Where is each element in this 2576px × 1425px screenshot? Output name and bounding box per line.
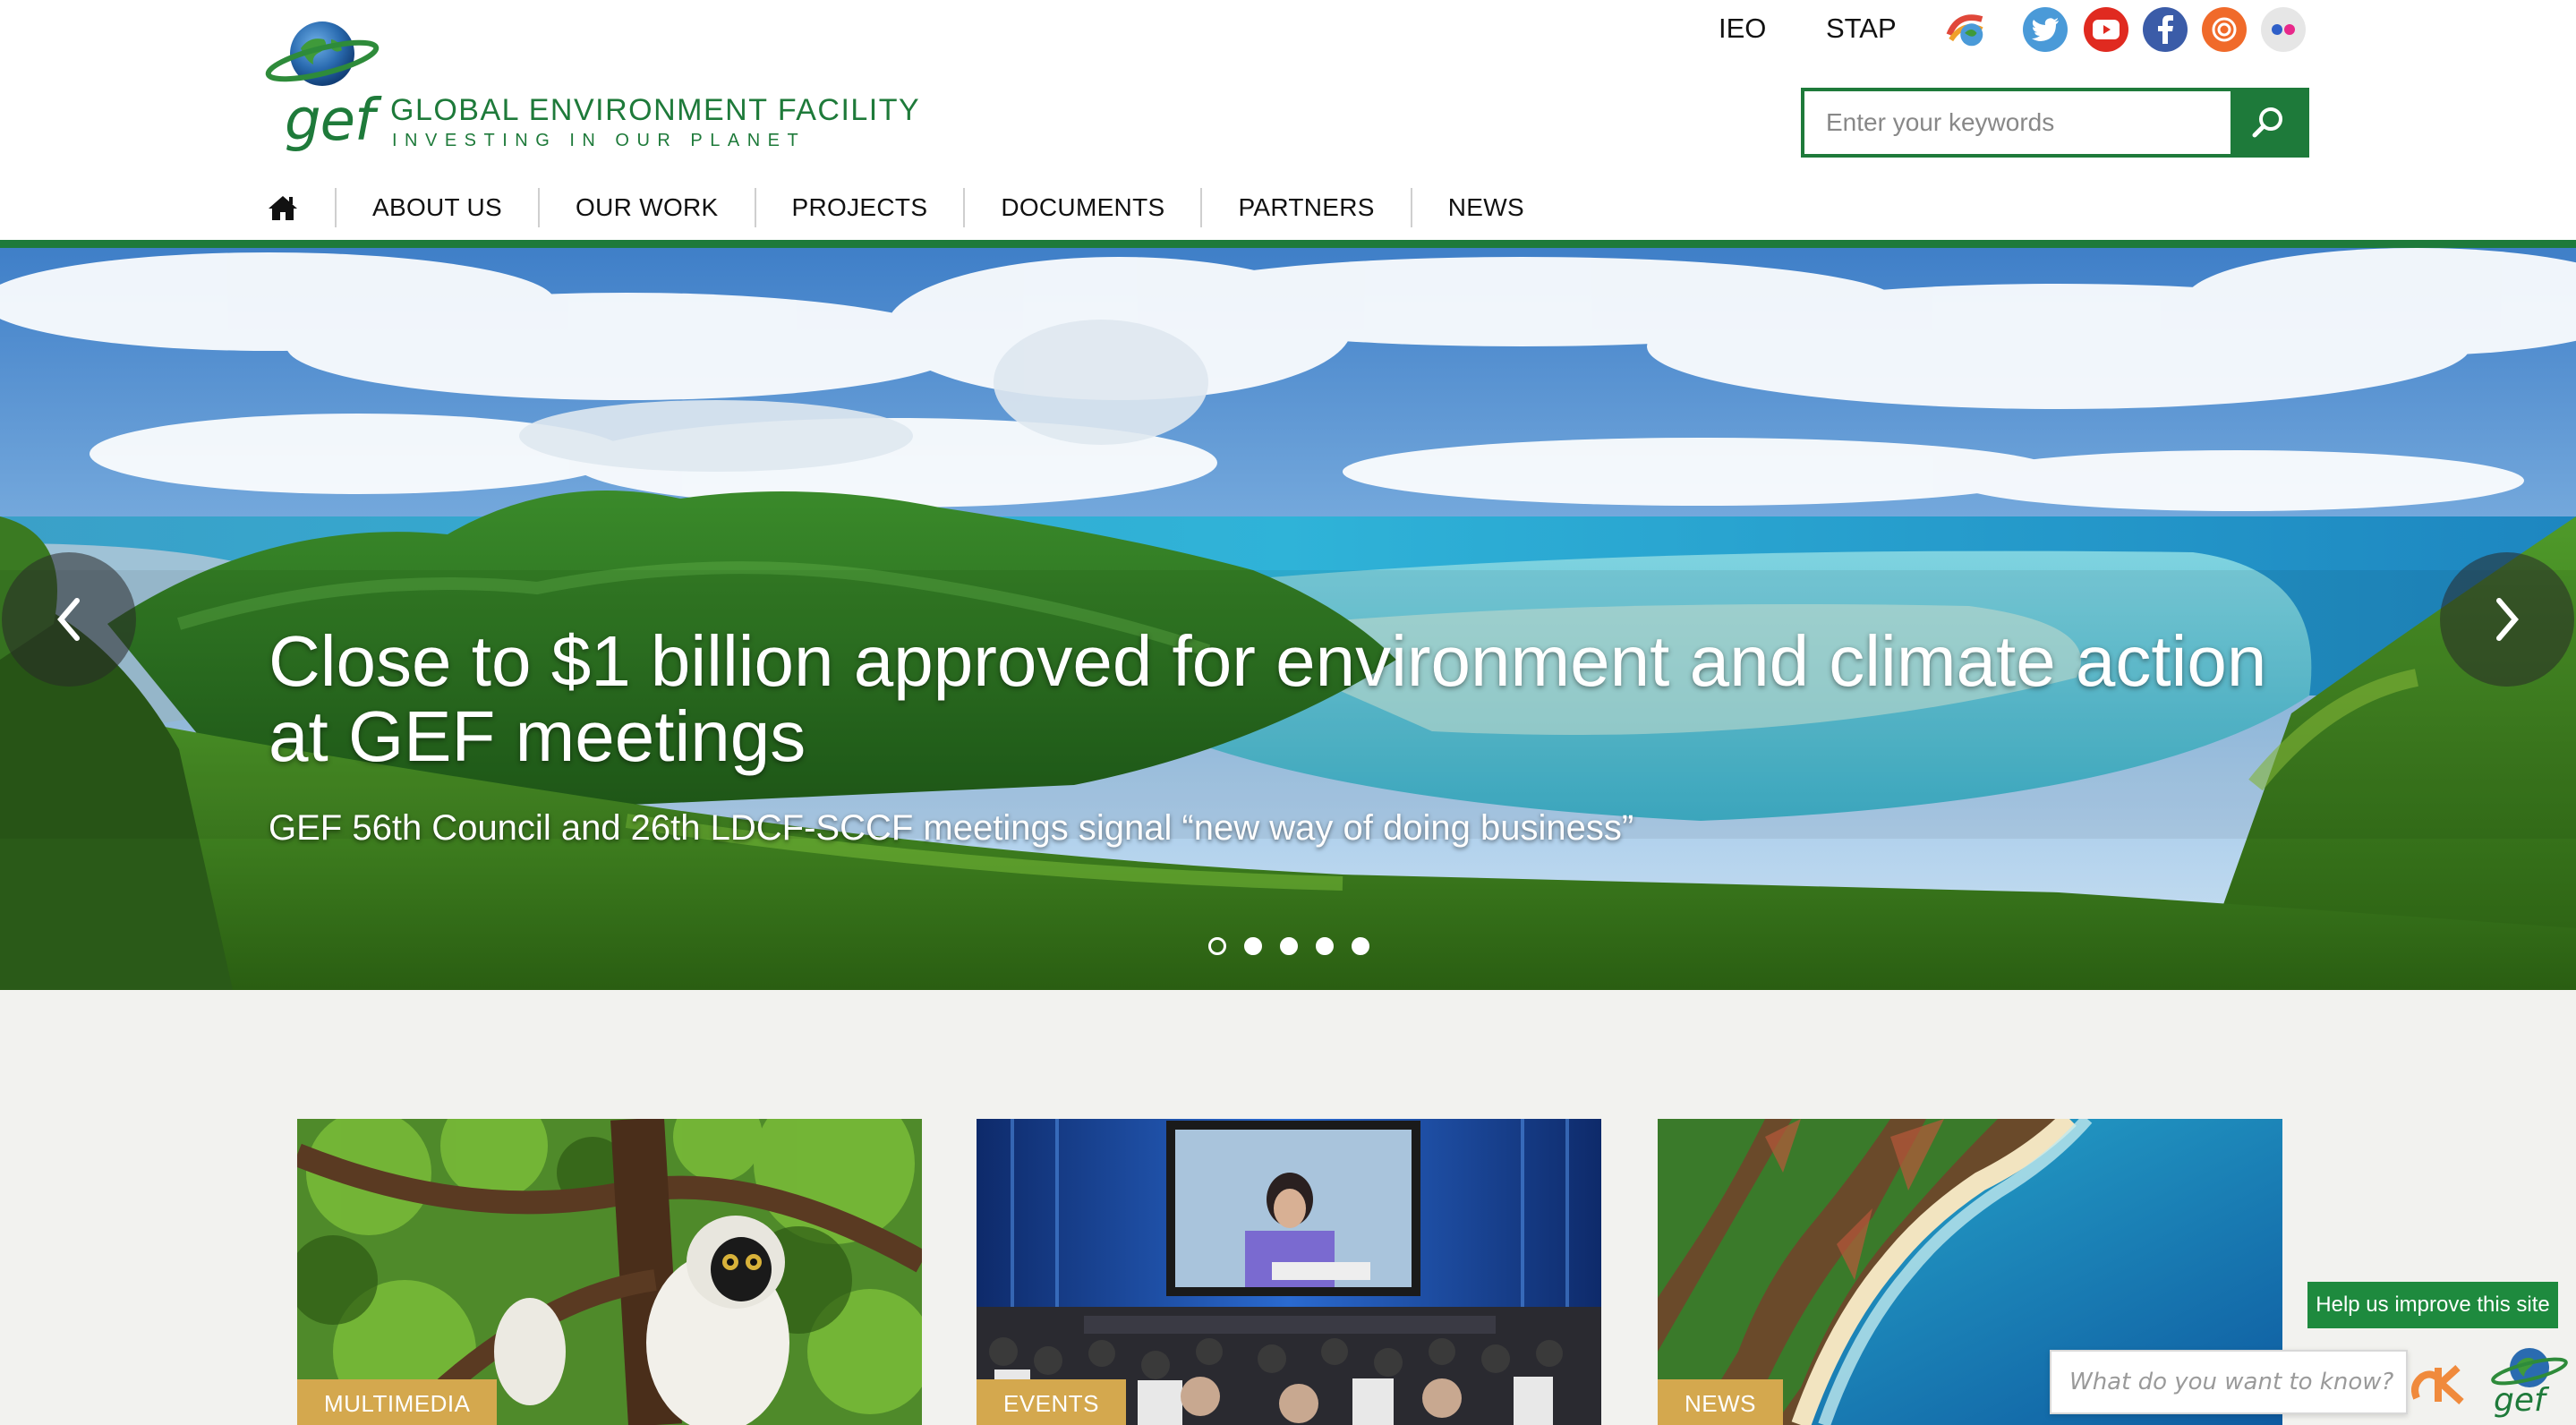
hero-title[interactable]: Close to $1 billion approved for environ… [269,624,2309,774]
twitter-icon[interactable] [2023,7,2068,52]
card-label[interactable]: EVENTS [977,1379,1127,1425]
carousel-dot[interactable] [1352,937,1369,955]
site-header: gef GLOBAL ENVIRONMENT FACILITY INVESTIN… [0,0,2576,248]
gef-wordmark: gef [285,88,375,154]
carousel-dots [1208,937,1369,955]
carousel-dot[interactable] [1244,937,1262,955]
feedback-tab[interactable]: Help us improve this site [2307,1282,2558,1328]
nav-item-news[interactable]: NEWS [1412,193,1560,222]
search-form [1801,88,2309,158]
chevron-right-icon [2496,598,2519,641]
ask-widget: gef [2043,1337,2576,1425]
tagline: INVESTING IN OUR PLANET [392,131,806,150]
instagram-icon[interactable] [2202,7,2247,52]
gef-network-icon[interactable] [1944,7,1989,52]
card-label[interactable]: NEWS [1658,1379,1783,1425]
search-input[interactable] [1804,91,2234,154]
top-link-stap[interactable]: STAP [1826,13,1897,45]
ask-input[interactable] [2050,1350,2408,1414]
carousel-prev-button[interactable] [2,552,136,687]
header-divider [0,240,2576,248]
card-label[interactable]: MULTIMEDIA [297,1379,498,1425]
carousel-dot[interactable] [1316,937,1334,955]
gef-logo[interactable]: gef GLOBAL ENVIRONMENT FACILITY INVESTIN… [265,13,919,156]
carousel-dot[interactable] [1208,937,1226,955]
chevron-left-icon [57,598,80,641]
hero-carousel: Close to $1 billion approved for environ… [0,248,2576,990]
youtube-icon[interactable] [2084,7,2128,52]
gef-mini-wordmark: gef [2494,1382,2546,1419]
main-nav: ABOUT US OUR WORK PROJECTS DOCUMENTS PAR… [265,186,1560,229]
hero-subtitle: GEF 56th Council and 26th LDCF-SCCF meet… [269,808,1634,848]
gef-mini-logo-icon[interactable]: gef [2481,1341,2571,1423]
globe-logo-icon [265,21,380,86]
nav-item-documents[interactable]: DOCUMENTS [965,193,1200,222]
card-multimedia[interactable]: MULTIMEDIA [297,1119,922,1425]
org-name: GLOBAL ENVIRONMENT FACILITY [390,93,921,127]
nav-item-about-us[interactable]: ABOUT US [337,193,538,222]
nav-item-partners[interactable]: PARTNERS [1202,193,1410,222]
carousel-next-button[interactable] [2440,552,2574,687]
carousel-dot[interactable] [1280,937,1298,955]
ok-logo-icon[interactable] [2411,1362,2474,1407]
hero-landscape-image [0,248,2576,990]
nav-item-projects[interactable]: PROJECTS [756,193,964,222]
flickr-icon[interactable] [2261,7,2306,52]
home-icon[interactable] [265,190,301,226]
facebook-icon[interactable] [2143,7,2188,52]
card-events[interactable]: EVENTS [977,1119,1601,1425]
top-link-ieo[interactable]: IEO [1719,13,1766,45]
search-icon [2252,107,2282,138]
search-button[interactable] [2231,91,2306,154]
nav-item-our-work[interactable]: OUR WORK [540,193,755,222]
